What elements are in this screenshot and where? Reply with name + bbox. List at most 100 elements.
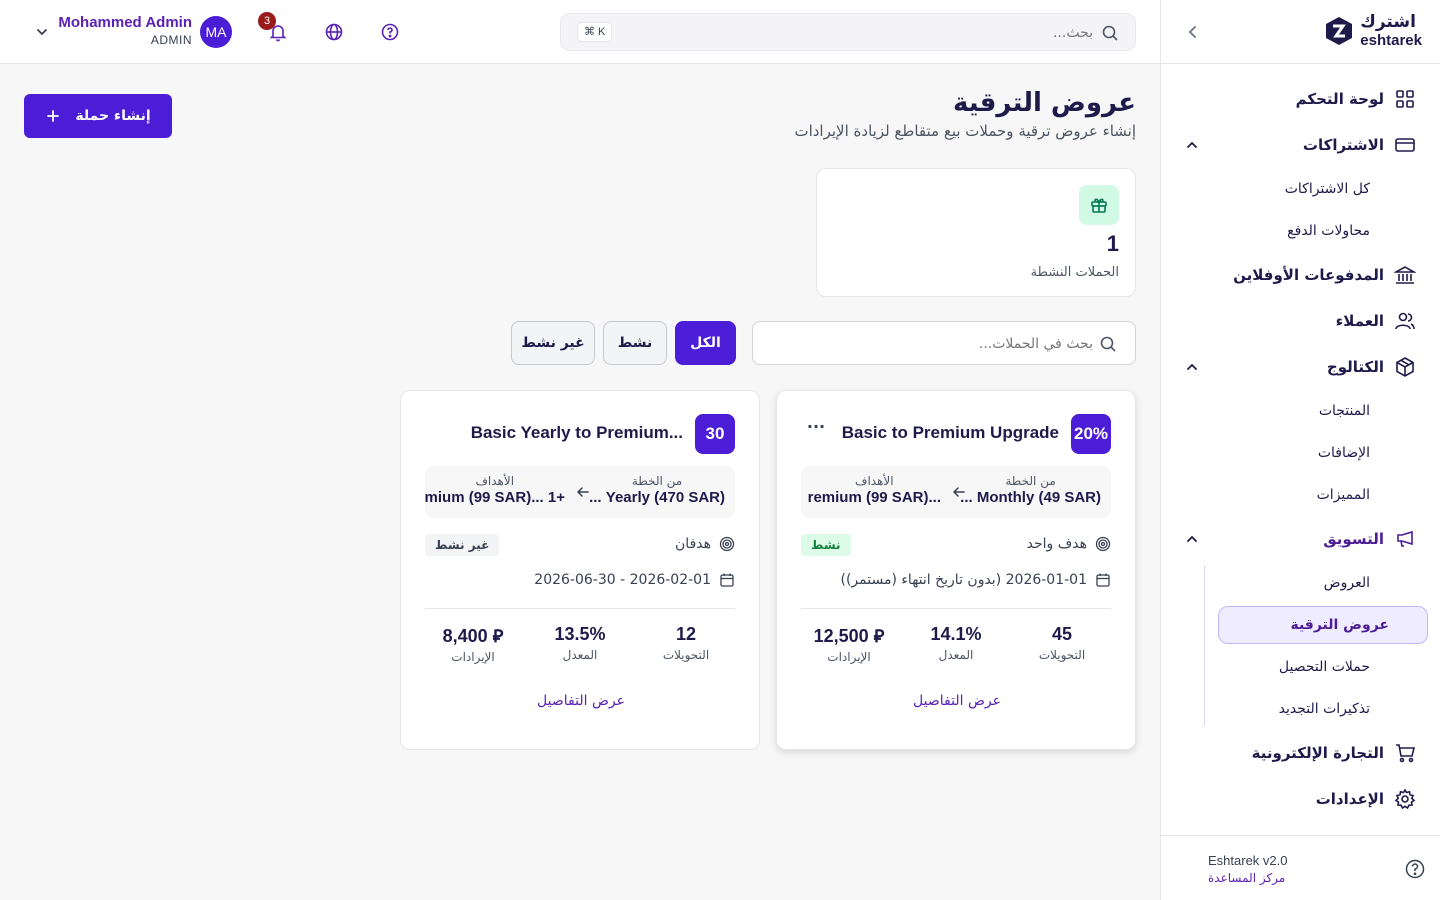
arrow-left-icon bbox=[576, 487, 589, 497]
create-campaign-button[interactable]: إنشاء حملة bbox=[24, 94, 172, 138]
help-icon[interactable] bbox=[380, 22, 400, 42]
target-icon bbox=[1095, 536, 1111, 552]
target-plan-value: ...remium (99 SAR) bbox=[807, 489, 941, 506]
main-content: عروض الترقية إنشاء عروض ترقية وحملات بيع… bbox=[0, 64, 1160, 900]
plan-flow: من الخطة Monthly (49 SAR) ... الأهداف ..… bbox=[801, 466, 1111, 518]
active-campaigns-stat-card: 1 الحملات النشطة bbox=[816, 168, 1136, 297]
sidebar-item-settings[interactable]: الإعدادات bbox=[1172, 776, 1428, 822]
sidebar-item-offline-payments[interactable]: المدفوعات الأوفلاين bbox=[1172, 252, 1428, 298]
help-circle-icon[interactable] bbox=[1404, 858, 1426, 880]
sidebar-item-dashboard[interactable]: لوحة التحكم bbox=[1172, 76, 1428, 122]
brand-logo[interactable]: اشترك eshtarek bbox=[1324, 14, 1422, 48]
calendar-icon bbox=[720, 573, 734, 587]
sidebar-subitem-features[interactable]: المميزات bbox=[1172, 474, 1428, 516]
dashboard-grid-icon bbox=[1396, 90, 1414, 108]
targets-caption: الأهداف bbox=[855, 474, 894, 488]
global-search[interactable]: ⌘ K bbox=[560, 13, 1136, 51]
sidebar-subitem-upsell-offers[interactable]: عروض الترقية bbox=[1218, 606, 1428, 644]
chevron-up-icon[interactable] bbox=[1184, 137, 1200, 153]
view-details-link[interactable]: عرض التفاصيل bbox=[777, 693, 1137, 709]
from-plan-value: Monthly (49 SAR) ... bbox=[960, 489, 1101, 506]
globe-icon[interactable] bbox=[324, 22, 344, 42]
search-input[interactable] bbox=[613, 21, 1093, 45]
brand-name-en: eshtarek bbox=[1360, 32, 1422, 49]
sidebar-item-ecommerce[interactable]: التجارة الإلكترونية bbox=[1172, 730, 1428, 776]
cart-icon bbox=[1396, 744, 1416, 763]
filter-active-button[interactable]: نشط bbox=[603, 321, 667, 365]
from-plan-value: Yearly (470 SAR) ... bbox=[589, 489, 725, 506]
sidebar-item-label: الكتالوج bbox=[1326, 358, 1384, 376]
sidebar-item-label: التجارة الإلكترونية bbox=[1251, 744, 1384, 762]
sidebar-item-subscriptions[interactable]: الاشتراكات bbox=[1172, 122, 1428, 168]
sidebar-item-catalog[interactable]: الكتالوج bbox=[1172, 344, 1428, 390]
chevron-up-icon[interactable] bbox=[1184, 531, 1200, 547]
sidebar-item-label: الاشتراكات bbox=[1302, 136, 1384, 154]
search-icon bbox=[1100, 336, 1116, 352]
megaphone-icon bbox=[1397, 530, 1413, 547]
view-details-link[interactable]: عرض التفاصيل bbox=[401, 693, 761, 709]
brand-mark-icon bbox=[1326, 17, 1353, 45]
campaign-card[interactable]: 30 Basic Yearly to Premium... من الخطة Y… bbox=[400, 390, 760, 750]
sidebar-nav: لوحة التحكم الاشتراكات كل الاشتراكات محا… bbox=[1172, 76, 1428, 822]
sidebar-item-label: لوحة التحكم bbox=[1295, 90, 1384, 108]
discount-badge: 20% bbox=[1071, 414, 1111, 454]
targets-caption: الأهداف bbox=[475, 474, 515, 488]
chevron-down-icon bbox=[37, 29, 47, 36]
users-icon bbox=[1395, 312, 1415, 330]
sidebar-footer: Eshtarek v2.0 مركز المساعدة bbox=[1160, 835, 1440, 900]
filter-all-button[interactable]: الكل bbox=[675, 321, 736, 365]
revenue-label: الإيرادات bbox=[827, 650, 871, 664]
revenue-metric: 12,500 ⃁ الإيرادات bbox=[799, 624, 899, 664]
campaign-search-input[interactable] bbox=[773, 332, 1093, 356]
sidebar-item-label: الإعدادات bbox=[1315, 790, 1384, 808]
sidebar-subitem-addons[interactable]: الإضافات bbox=[1172, 432, 1428, 474]
campaign-card[interactable]: 20% Basic to Premium Upgrade ··· من الخط… bbox=[776, 390, 1136, 750]
brand-name-ar: اشترك bbox=[1360, 12, 1416, 32]
help-center-link[interactable]: مركز المساعدة bbox=[1208, 871, 1288, 885]
divider bbox=[425, 608, 735, 609]
topbar: ⌘ K 3 MA Mohammed Admin ADMIN bbox=[0, 0, 1160, 64]
gift-icon bbox=[1079, 185, 1119, 225]
date-range: 2026-01-01 (بدون تاريخ انتهاء (مستمر)) bbox=[840, 572, 1111, 588]
targets-count: هدف واحد bbox=[1026, 536, 1087, 552]
chevron-up-icon[interactable] bbox=[1184, 359, 1200, 375]
campaign-search[interactable] bbox=[752, 321, 1136, 365]
conversions-metric: 45 التحويلات bbox=[1017, 624, 1107, 662]
targets-count: هدفان bbox=[675, 536, 711, 552]
revenue-value: 8,400 ⃁ bbox=[442, 626, 504, 646]
user-menu[interactable]: MA Mohammed Admin ADMIN bbox=[34, 14, 234, 50]
collapse-sidebar-icon[interactable] bbox=[1183, 22, 1203, 42]
sidebar-subitem-offers[interactable]: العروض bbox=[1172, 562, 1428, 604]
targets-info: هدفان bbox=[675, 536, 735, 552]
user-role: ADMIN bbox=[150, 33, 192, 47]
sidebar-subitem-dunning-campaigns[interactable]: حملات التحصيل bbox=[1172, 646, 1428, 688]
revenue-label: الإيرادات bbox=[451, 650, 495, 664]
page-title: عروض الترقية bbox=[953, 88, 1136, 118]
search-icon bbox=[1102, 25, 1118, 41]
sidebar-item-label: المدفوعات الأوفلاين bbox=[1233, 266, 1384, 284]
sidebar-subitem-products[interactable]: المنتجات bbox=[1172, 390, 1428, 432]
conversions-label: التحويلات bbox=[662, 648, 710, 662]
notification-count-badge: 3 bbox=[258, 12, 276, 30]
create-campaign-label: إنشاء حملة bbox=[75, 108, 151, 124]
marketing-submenu: العروض عروض الترقية حملات التحصيل تذكيرا… bbox=[1172, 562, 1428, 730]
targets-info: هدف واحد bbox=[1027, 536, 1111, 552]
keyboard-shortcut-hint: ⌘ K bbox=[577, 22, 613, 42]
campaign-title: Basic to Premium Upgrade bbox=[841, 423, 1059, 442]
status-badge: غير نشط bbox=[425, 534, 500, 556]
sidebar-item-marketing[interactable]: التسويق bbox=[1172, 516, 1428, 562]
sidebar-header: اشترك eshtarek bbox=[1161, 0, 1440, 64]
calendar-icon bbox=[1096, 573, 1110, 587]
rate-metric: 13.5% المعدل bbox=[535, 624, 625, 662]
sidebar-subitem-all-subscriptions[interactable]: كل الاشتراكات bbox=[1172, 168, 1428, 210]
conversions-label: التحويلات bbox=[1038, 648, 1086, 662]
sidebar-subitem-payment-attempts[interactable]: محاولات الدفع bbox=[1172, 210, 1428, 252]
rate-value: 14.1% bbox=[930, 624, 982, 644]
more-options-icon[interactable]: ··· bbox=[801, 419, 831, 441]
filter-inactive-button[interactable]: غير نشط bbox=[511, 321, 595, 365]
date-range-text: 2026-01-01 (بدون تاريخ انتهاء (مستمر)) bbox=[840, 572, 1087, 588]
rate-label: المعدل bbox=[938, 648, 974, 662]
target-icon bbox=[719, 536, 735, 552]
sidebar-item-customers[interactable]: العملاء bbox=[1172, 298, 1428, 344]
sidebar-subitem-renewal-reminders[interactable]: تذكيرات التجديد bbox=[1172, 688, 1428, 730]
